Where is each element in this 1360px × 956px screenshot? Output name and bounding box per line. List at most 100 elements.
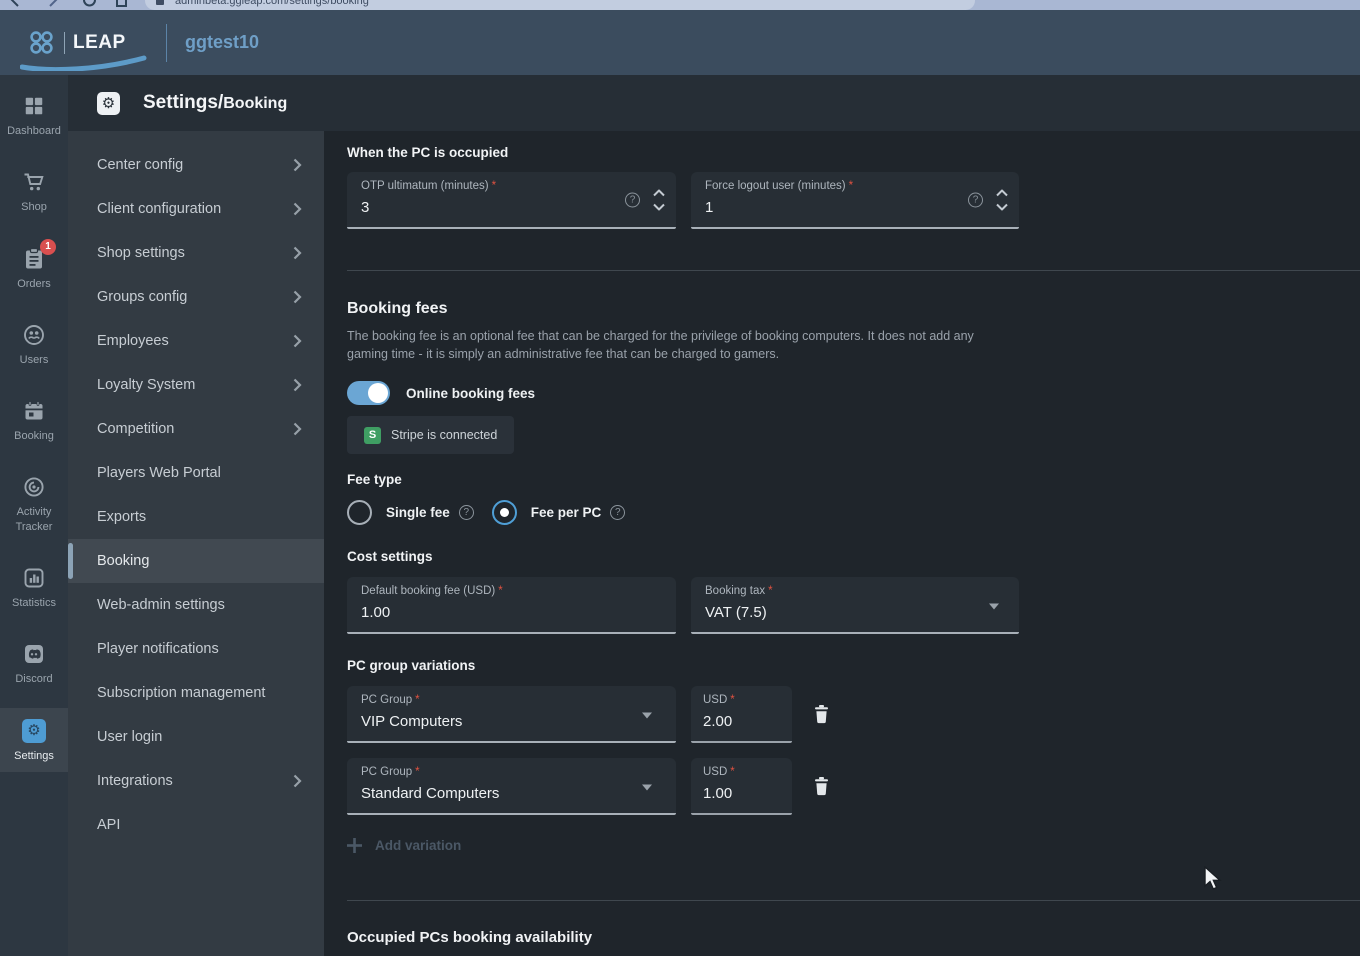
- browser-forward-icon[interactable]: [46, 0, 60, 8]
- sidebar-item-orders[interactable]: 1 Orders: [0, 236, 68, 300]
- section-title-pc-group-variations: PC group variations: [347, 658, 1360, 673]
- online-booking-fees-toggle[interactable]: [347, 381, 390, 405]
- delete-variation-button[interactable]: [814, 705, 829, 724]
- field-label: USD: [703, 694, 727, 706]
- trash-icon: [814, 705, 829, 724]
- number-stepper[interactable]: [653, 189, 665, 210]
- number-stepper[interactable]: [996, 189, 1008, 210]
- chevron-down-icon: [989, 603, 999, 609]
- section-divider: [347, 900, 1360, 901]
- submenu-item-center-config[interactable]: Center config: [68, 143, 324, 187]
- settings-gear-icon: ⚙: [21, 718, 47, 744]
- booking-tax-select[interactable]: Booking tax* VAT (7.5): [691, 577, 1019, 634]
- gg-logo-icon: [26, 28, 56, 58]
- submenu-item-web-admin-settings[interactable]: Web-admin settings: [68, 583, 324, 627]
- usd-input[interactable]: USD* 2.00: [691, 686, 792, 743]
- radio-label-single-fee: Single fee: [386, 505, 450, 520]
- help-icon[interactable]: ?: [625, 192, 640, 207]
- app-logo[interactable]: LEAP: [26, 19, 144, 67]
- radio-label-fee-per-pc: Fee per PC: [531, 505, 602, 520]
- submenu-item-booking[interactable]: Booking: [68, 539, 324, 583]
- required-marker: *: [730, 766, 734, 778]
- submenu-item-subscription-management[interactable]: Subscription management: [68, 671, 324, 715]
- activity-tracker-icon: [21, 474, 47, 500]
- otp-ultimatum-input[interactable]: OTP ultimatum (minutes)* 3 ?: [347, 172, 676, 229]
- field-value: 3: [361, 199, 664, 216]
- site-info-icon[interactable]: [155, 0, 165, 6]
- header-divider: [166, 24, 167, 62]
- submenu-item-competition[interactable]: Competition: [68, 407, 324, 451]
- pc-group-select[interactable]: PC Group* Standard Computers: [347, 758, 676, 815]
- sidebar-item-users[interactable]: Users: [0, 312, 68, 376]
- sidebar-item-settings[interactable]: ⚙ Settings: [0, 708, 68, 772]
- sidebar-item-label: Orders: [17, 277, 51, 291]
- delete-variation-button[interactable]: [814, 777, 829, 796]
- page-title-page: Booking: [223, 95, 287, 113]
- fee-per-pc-radio[interactable]: [492, 500, 517, 525]
- sidebar-item-dashboard[interactable]: Dashboard: [0, 83, 68, 147]
- sidebar-item-label: Booking: [14, 429, 54, 443]
- chevron-right-icon: [293, 246, 302, 260]
- calendar-icon: [21, 398, 47, 424]
- dashboard-icon: [21, 93, 47, 119]
- page-title-section: Settings/: [143, 92, 223, 114]
- browser-bookmark-icon[interactable]: [115, 0, 128, 8]
- stripe-status-text: Stripe is connected: [391, 428, 497, 442]
- statistics-icon: [21, 565, 47, 591]
- submenu-item-shop-settings[interactable]: Shop settings: [68, 231, 324, 275]
- sidebar-item-label: Users: [20, 353, 49, 367]
- section-divider: [347, 270, 1360, 271]
- browser-reload-icon[interactable]: [82, 0, 97, 8]
- field-value: Standard Computers: [361, 785, 664, 802]
- sidebar-item-discord[interactable]: Discord: [0, 631, 68, 695]
- help-icon[interactable]: ?: [610, 505, 625, 520]
- field-value: VAT (7.5): [705, 604, 1007, 621]
- submenu-item-api[interactable]: API: [68, 803, 324, 847]
- usd-input[interactable]: USD* 1.00: [691, 758, 792, 815]
- submenu-item-exports[interactable]: Exports: [68, 495, 324, 539]
- sidebar-item-label: Discord: [15, 672, 52, 686]
- plus-icon: [347, 838, 362, 853]
- help-icon[interactable]: ?: [459, 505, 474, 520]
- url-text: adminbeta.ggleap.com/settings/booking: [175, 0, 369, 7]
- help-icon[interactable]: ?: [968, 192, 983, 207]
- submenu-item-player-notifications[interactable]: Player notifications: [68, 627, 324, 671]
- submenu-item-client-configuration[interactable]: Client configuration: [68, 187, 324, 231]
- section-title-booking-fees: Booking fees: [347, 300, 1360, 318]
- field-value: 1.00: [361, 604, 664, 621]
- stripe-status-badge: S Stripe is connected: [347, 416, 514, 454]
- chevron-right-icon: [293, 422, 302, 436]
- field-label: PC Group: [361, 694, 412, 706]
- sidebar-item-booking[interactable]: Booking: [0, 388, 68, 452]
- discord-icon: [21, 641, 47, 667]
- pc-group-select[interactable]: PC Group* VIP Computers: [347, 686, 676, 743]
- booking-settings-panel: When the PC is occupied OTP ultimatum (m…: [324, 131, 1360, 956]
- sidebar-item-label: Statistics: [12, 596, 56, 610]
- submenu-item-employees[interactable]: Employees: [68, 319, 324, 363]
- submenu-item-players-web-portal[interactable]: Players Web Portal: [68, 451, 324, 495]
- required-marker: *: [492, 180, 496, 192]
- field-label: PC Group: [361, 766, 412, 778]
- sidebar-item-activity-tracker[interactable]: Activity Tracker: [0, 464, 68, 543]
- field-label: USD: [703, 766, 727, 778]
- browser-address-bar[interactable]: adminbeta.ggleap.com/settings/booking: [145, 0, 975, 10]
- submenu-item-loyalty-system[interactable]: Loyalty System: [68, 363, 324, 407]
- required-marker: *: [730, 694, 734, 706]
- default-booking-fee-input[interactable]: Default booking fee (USD)* 1.00: [347, 577, 676, 634]
- sidebar-item-label: Dashboard: [7, 124, 61, 138]
- settings-submenu: Center config Client configuration Shop …: [68, 131, 324, 956]
- submenu-item-integrations[interactable]: Integrations: [68, 759, 324, 803]
- section-title-availability: Occupied PCs booking availability: [347, 929, 1360, 946]
- force-logout-input[interactable]: Force logout user (minutes)* 1 ?: [691, 172, 1019, 229]
- add-variation-button[interactable]: Add variation: [347, 838, 1360, 853]
- single-fee-radio[interactable]: [347, 500, 372, 525]
- sidebar-item-shop[interactable]: Shop: [0, 159, 68, 223]
- toggle-knob: [368, 383, 388, 403]
- sidebar-item-statistics[interactable]: Statistics: [0, 555, 68, 619]
- browser-back-icon[interactable]: [8, 0, 22, 8]
- variation-row: PC Group* VIP Computers USD* 2.00: [347, 686, 1360, 743]
- submenu-item-groups-config[interactable]: Groups config: [68, 275, 324, 319]
- submenu-item-user-login[interactable]: User login: [68, 715, 324, 759]
- field-value: VIP Computers: [361, 713, 664, 730]
- field-value: 1.00: [703, 785, 782, 802]
